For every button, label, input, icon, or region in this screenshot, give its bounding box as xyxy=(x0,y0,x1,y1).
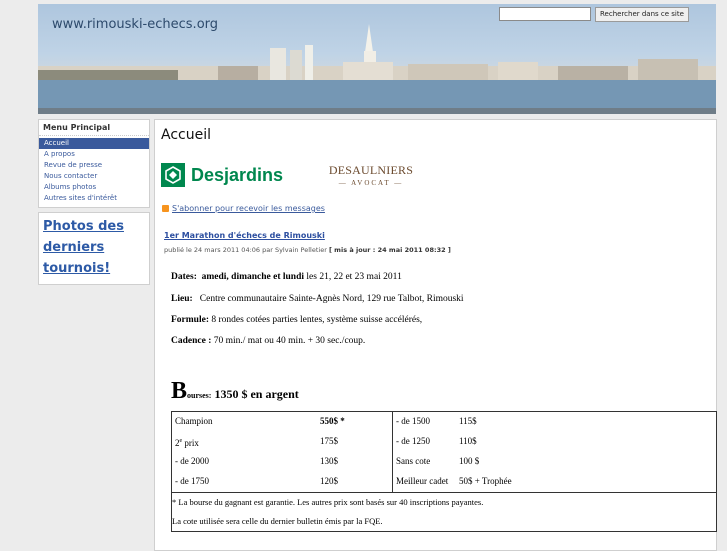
photos-box: Photos des derniers tournois! xyxy=(38,212,150,285)
prize-value: 550$ * xyxy=(320,416,345,426)
table-row: - de 1750 120$ xyxy=(172,472,392,492)
rss-subscribe-link[interactable]: S'abonner pour recevoir les messages xyxy=(172,204,325,213)
prize-label: Champion xyxy=(175,416,213,426)
formule-value: 8 rondes cotées parties lentes, système … xyxy=(209,315,423,325)
photos-link[interactable]: Photos des derniers tournois! xyxy=(43,219,124,276)
rss-icon xyxy=(162,205,169,212)
post-published: publié le 24 mars 2011 04:06 par Sylvain… xyxy=(164,246,327,254)
desaulniers-sub: — AVOCAT — xyxy=(338,179,404,187)
table-row: - de 1500 115$ xyxy=(393,412,716,432)
prize-label: - de 1750 xyxy=(175,476,209,486)
prize-value: 120$ xyxy=(320,476,338,486)
prize-label: Sans cote xyxy=(396,456,431,466)
prize-value: 50$ + Trophée xyxy=(459,476,512,486)
main-menu: Menu Principal Accueil A propos Revue de… xyxy=(38,119,150,208)
header-banner: www.rimouski-echecs.org Rechercher dans … xyxy=(38,4,716,114)
sidebar: Menu Principal Accueil A propos Revue de… xyxy=(38,119,150,285)
prize-notes: * La bourse du gagnant est garantie. Les… xyxy=(171,492,717,532)
post-updated: [ mis à jour : 24 mai 2011 08:32 ] xyxy=(328,246,451,254)
rss-subscribe: S'abonner pour recevoir les messages xyxy=(162,204,325,213)
post-title-link[interactable]: 1er Marathon d'échecs de Rimouski xyxy=(164,231,325,240)
desaulniers-avocat: AVOCAT xyxy=(351,179,391,187)
formule-label: Formule: xyxy=(171,315,209,325)
prize-label: - de 1500 xyxy=(396,416,430,426)
lieu-line: Lieu: Centre communautaire Sainte-Agnès … xyxy=(171,294,464,304)
table-row: 2e prix 175$ xyxy=(172,432,392,452)
table-row: Meilleur cadet 50$ + Trophée xyxy=(393,472,716,492)
sidebar-item-nous-contacter[interactable]: Nous contacter xyxy=(39,171,149,182)
post-meta: publié le 24 mars 2011 04:06 par Sylvain… xyxy=(164,246,451,254)
cadence-line: Cadence : 70 min./ mat ou 40 min. + 30 s… xyxy=(171,336,365,346)
prize-label: - de 2000 xyxy=(175,456,209,466)
photos-link-line1: Photos des xyxy=(43,219,124,234)
desaulniers-logo[interactable]: DESAULNIERS — AVOCAT — xyxy=(327,163,415,187)
search-input[interactable] xyxy=(499,7,591,21)
prize-col-right: - de 1500 115$ - de 1250 110$ Sans cote 100… xyxy=(393,412,717,493)
prize-value: 130$ xyxy=(320,456,338,466)
prize-value: 110$ xyxy=(459,436,477,446)
prize-label: - de 1250 xyxy=(396,436,430,446)
bourses-small: ourses: xyxy=(187,391,212,400)
sidebar-item-albums-photos[interactable]: Albums photos xyxy=(39,182,149,193)
banner-bottom-band xyxy=(38,108,716,114)
desaulniers-name: DESAULNIERS xyxy=(328,163,414,177)
prize-table: Champion 550$ * 2e prix 175$ - de 2000 130$… xyxy=(171,411,717,532)
cadence-label: Cadence : xyxy=(171,336,212,346)
dates-label: Dates: xyxy=(171,272,197,282)
photos-link-line2: derniers xyxy=(43,240,105,255)
cadence-value: 70 min./ mat ou 40 min. + 30 sec./coup. xyxy=(211,336,366,346)
sidebar-item-autres-sites[interactable]: Autres sites d'intérêt xyxy=(39,193,149,204)
prize-label: 2e prix xyxy=(175,438,199,448)
lieu-value: Centre communautaire Sainte-Agnès Nord, … xyxy=(199,294,464,304)
menu-title: Menu Principal xyxy=(39,120,149,136)
dates-value: les 21, 22 et 23 mai 2011 xyxy=(304,272,402,282)
dates-line: Dates: amedi, dimanche et lundi les 21, … xyxy=(171,272,402,282)
photos-link-line3: tournois! xyxy=(43,261,111,276)
prize-note-2: La cote utilisée sera celle du dernier b… xyxy=(172,516,383,526)
prize-label: Meilleur cadet xyxy=(396,476,449,486)
sidebar-item-accueil[interactable]: Accueil xyxy=(39,138,149,149)
dates-days: amedi, dimanche et lundi xyxy=(201,272,305,282)
desjardins-wordmark: Desjardins xyxy=(191,164,284,185)
desjardins-hexagon-icon xyxy=(161,163,185,187)
desjardins-logo[interactable]: Desjardins xyxy=(161,162,289,188)
formule-line: Formule: 8 rondes cotées parties lentes,… xyxy=(171,315,422,325)
bourses-amount: 1350 $ en argent xyxy=(211,387,299,401)
page-title: Accueil xyxy=(161,127,211,143)
table-row: Sans cote 100 $ xyxy=(393,452,716,472)
search-button[interactable]: Rechercher dans ce site xyxy=(595,7,689,22)
main-content: Accueil Desjardins DESAULNIERS — AVOCAT … xyxy=(154,119,717,551)
lieu-label: Lieu: xyxy=(171,294,193,304)
prize-value: 115$ xyxy=(459,416,477,426)
table-row: - de 2000 130$ xyxy=(172,452,392,472)
sidebar-item-revue-de-presse[interactable]: Revue de presse xyxy=(39,160,149,171)
prize-value: 175$ xyxy=(320,436,338,446)
bourses-initial: B xyxy=(171,378,188,404)
site-title[interactable]: www.rimouski-echecs.org xyxy=(52,17,218,32)
table-row: - de 1250 110$ xyxy=(393,432,716,452)
prize-value: 100 $ xyxy=(459,456,480,466)
sidebar-item-a-propos[interactable]: A propos xyxy=(39,149,149,160)
prize-note-1: * La bourse du gagnant est garantie. Les… xyxy=(172,497,484,507)
prize-col-left: Champion 550$ * 2e prix 175$ - de 2000 130$… xyxy=(171,411,393,493)
table-row: Champion 550$ * xyxy=(172,412,392,432)
bourses-heading: Bourses: 1350 $ en argent xyxy=(171,378,299,405)
